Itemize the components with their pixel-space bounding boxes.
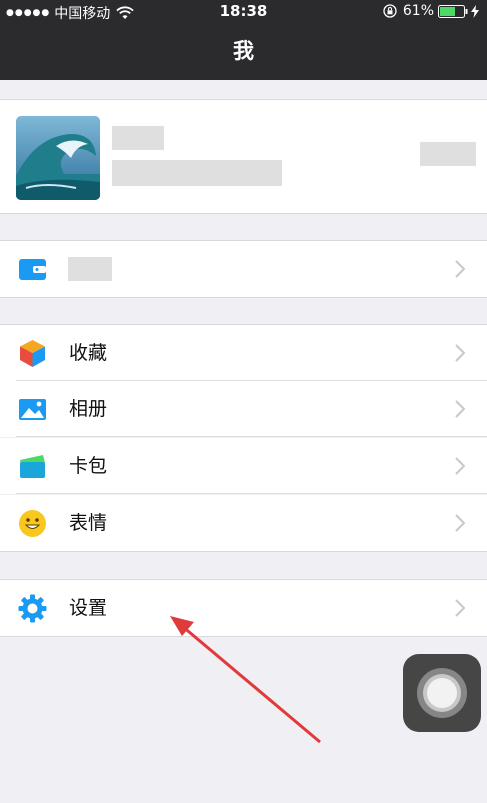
assistive-touch-button[interactable] [403, 654, 481, 732]
wallet-label-redacted [68, 257, 112, 281]
chevron-right-icon [455, 344, 465, 362]
menu-item-label: 相册 [69, 398, 108, 420]
menu-item-album[interactable]: 相册 [0, 381, 487, 437]
emoji-smile-icon [19, 510, 46, 537]
annotation-arrow [170, 616, 321, 744]
wallet-row[interactable] [0, 240, 487, 298]
avatar[interactable] [16, 116, 100, 200]
profile-card[interactable] [0, 99, 487, 214]
battery-percent: 61% [402, 3, 434, 19]
chevron-right-icon [455, 400, 465, 418]
qrcode-redacted[interactable] [420, 142, 476, 166]
menu-item-label: 表情 [69, 512, 108, 534]
divider [16, 493, 487, 494]
assistive-ring-inner [427, 678, 457, 708]
menu-item-label: 卡包 [69, 455, 108, 477]
menu-item-emoji[interactable]: 表情 [0, 495, 487, 552]
card-pack-icon [20, 455, 45, 478]
status-bar: ●●●●● 中国移动 18:38 61% [0, 0, 487, 22]
id-redacted [112, 160, 282, 186]
navigation-bar: 我 [0, 22, 487, 80]
gear-icon [18, 594, 47, 623]
chevron-right-icon [455, 599, 465, 617]
name-redacted [112, 126, 164, 150]
wallet-icon [19, 259, 46, 280]
page-title: 我 [233, 39, 254, 63]
chevron-right-icon [455, 260, 465, 278]
rotation-lock-icon [383, 4, 397, 18]
battery-icon [438, 4, 468, 18]
album-photo-icon [19, 399, 46, 420]
charging-bolt-icon [471, 4, 479, 18]
menu-item-favorites[interactable]: 收藏 [0, 324, 487, 381]
menu-item-card-pack[interactable]: 卡包 [0, 438, 487, 494]
divider [16, 436, 487, 437]
chevron-right-icon [455, 457, 465, 475]
menu-item-label: 收藏 [69, 342, 108, 364]
wave-photo-icon [16, 116, 100, 200]
favorites-cube-icon [20, 340, 45, 367]
chevron-right-icon [455, 514, 465, 532]
settings-label: 设置 [69, 597, 108, 619]
